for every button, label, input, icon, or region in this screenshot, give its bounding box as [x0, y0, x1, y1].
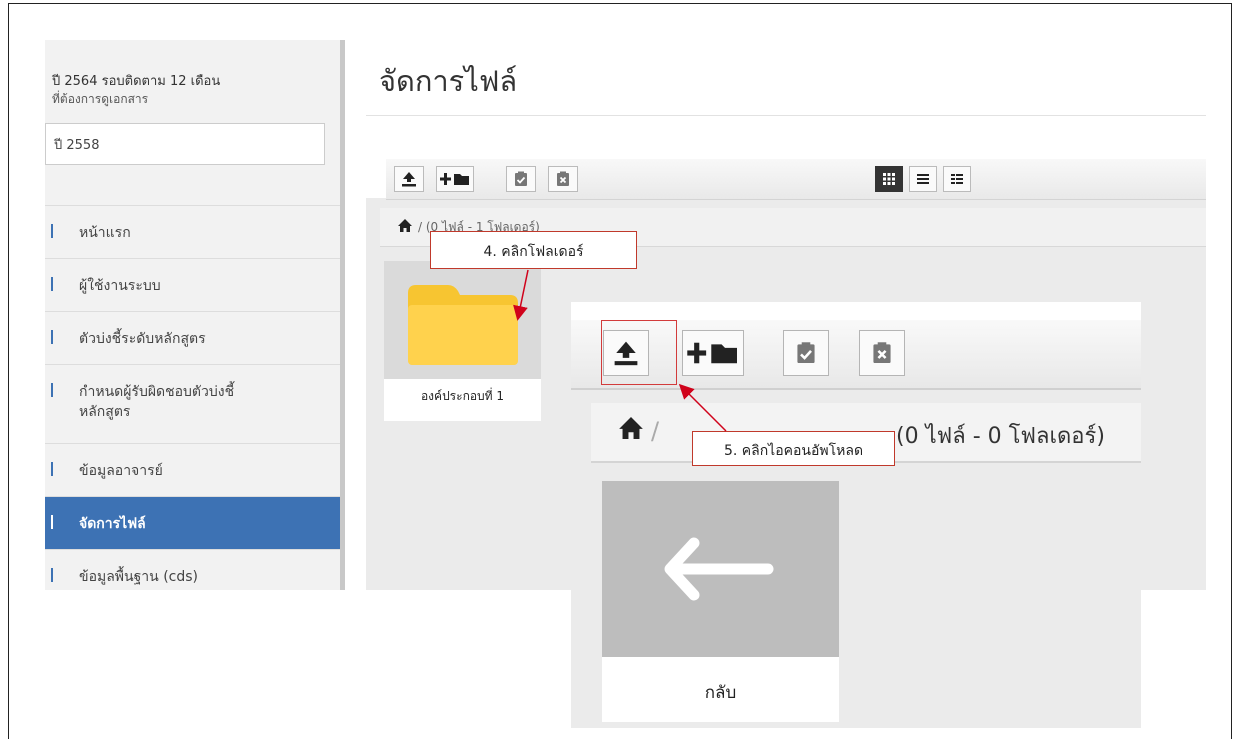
arrow-to-upload: [678, 383, 727, 432]
annotation-arrows: [513, 269, 727, 432]
arrow-to-folder: [513, 269, 529, 321]
